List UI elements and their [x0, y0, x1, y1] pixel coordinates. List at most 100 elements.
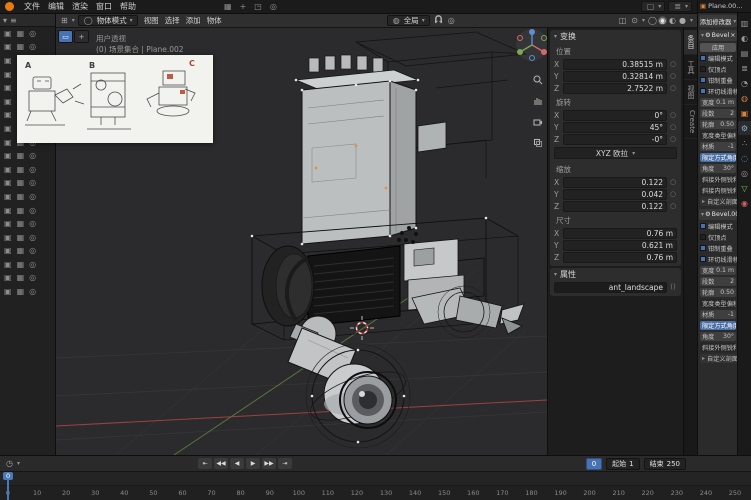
- vent-box[interactable]: [308, 246, 400, 326]
- material-tab[interactable]: ◉: [738, 196, 751, 210]
- sidebar-tab-2[interactable]: 视图: [684, 80, 697, 105]
- particles-tab[interactable]: ∴: [738, 136, 751, 150]
- outliner-row[interactable]: ▣▦◎: [0, 231, 55, 245]
- frame-start-field[interactable]: 起始1: [606, 458, 639, 470]
- outliner-row[interactable]: ▣▦◎: [0, 177, 55, 191]
- outliner-row[interactable]: ▣▦◎: [0, 204, 55, 218]
- lock-icon[interactable]: ○: [669, 84, 677, 92]
- value-field[interactable]: 0.76 m: [563, 228, 677, 239]
- lock-icon[interactable]: ○: [669, 190, 677, 198]
- slider-field[interactable]: 角度30°: [700, 332, 736, 341]
- rotation-mode-dropdown[interactable]: XYZ 欧拉▾: [554, 147, 677, 159]
- topbar-menu-0[interactable]: 文件: [20, 1, 44, 12]
- sidebar-tab-1[interactable]: 工具: [684, 55, 697, 80]
- topbar-menu-3[interactable]: 窗口: [92, 1, 116, 12]
- outliner-row[interactable]: ▣▦◎: [0, 27, 55, 41]
- left-cylinder[interactable]: [262, 246, 314, 326]
- orientation-selector[interactable]: ◍ 全局 ▾: [387, 15, 430, 26]
- slider-field[interactable]: 段数2: [700, 109, 736, 118]
- frame-end-field[interactable]: 结束250: [644, 458, 686, 470]
- transport-button-5[interactable]: ⇥: [278, 458, 292, 469]
- constraints-tab[interactable]: ◎: [738, 166, 751, 180]
- topbar-menu-1[interactable]: 编辑: [44, 1, 68, 12]
- sidebar-tab-3[interactable]: Create: [684, 105, 697, 139]
- outliner-row[interactable]: ▣▦◎: [0, 190, 55, 204]
- checkbox[interactable]: [700, 66, 706, 72]
- object-data-tab[interactable]: ▽: [738, 181, 751, 195]
- outliner-row[interactable]: ▣▦◎: [0, 285, 55, 299]
- output-tab[interactable]: ▤: [738, 46, 751, 60]
- cursor-tool-button[interactable]: +: [74, 30, 89, 43]
- outliner-row[interactable]: ▣▦◎: [0, 163, 55, 177]
- viewport-menu-1[interactable]: 选择: [162, 15, 183, 26]
- outliner-row[interactable]: ▣▦◎: [0, 149, 55, 163]
- transport-button-4[interactable]: ▶▶: [262, 458, 276, 469]
- checkbox[interactable]: [700, 234, 706, 240]
- viewport-menu-0[interactable]: 视图: [141, 15, 162, 26]
- scene-tab[interactable]: ◔: [738, 76, 751, 90]
- lock-icon[interactable]: ○: [669, 60, 677, 68]
- lock-icon[interactable]: ○: [669, 135, 677, 143]
- slider-field[interactable]: 宽度0.1 m: [700, 98, 736, 107]
- lock-icon[interactable]: ○: [669, 178, 677, 186]
- value-field[interactable]: 45°: [563, 122, 667, 133]
- proportional-editing-icon[interactable]: ◎: [447, 16, 456, 25]
- value-field[interactable]: 0.76 m: [563, 252, 677, 263]
- dropdown-field[interactable]: 宽度类型偏移量: [700, 299, 736, 308]
- slider-field[interactable]: 宽度0.1 m: [700, 266, 736, 275]
- topbar-menu-4[interactable]: 帮助: [116, 1, 140, 12]
- dropdown-field[interactable]: 斜接外侧锐利: [700, 175, 736, 184]
- value-field[interactable]: 0.122: [563, 201, 667, 212]
- dropdown-field-active[interactable]: 限定方式角度: [700, 321, 736, 330]
- close-icon[interactable]: ×: [730, 32, 735, 39]
- lock-icon[interactable]: ○: [669, 123, 677, 131]
- transport-button-3[interactable]: ▶: [246, 458, 260, 469]
- transport-button-2[interactable]: ◀: [230, 458, 244, 469]
- tool-tab[interactable]: ▥: [738, 16, 751, 30]
- camera-view-icon[interactable]: [530, 114, 545, 129]
- rendered-shading-icon[interactable]: ●: [678, 16, 687, 25]
- outliner-row[interactable]: ▣▦◎: [0, 245, 55, 259]
- cursor-tool-icon[interactable]: +: [238, 2, 249, 11]
- overlays-icon[interactable]: ⊙: [630, 16, 639, 25]
- value-field[interactable]: 0.32814 m: [563, 71, 667, 82]
- ortho-toggle-icon[interactable]: [530, 135, 545, 150]
- checkbox[interactable]: [700, 223, 706, 229]
- checkbox[interactable]: [700, 77, 706, 83]
- custom-properties-header[interactable]: ▾ 属性: [550, 268, 681, 281]
- viewport-menu-3[interactable]: 物体: [204, 15, 225, 26]
- physics-tab[interactable]: ◌: [738, 151, 751, 165]
- reference-image[interactable]: A B C: [17, 55, 213, 143]
- outliner-editor-icon[interactable]: ▾: [3, 16, 7, 25]
- dropdown-field[interactable]: 斜接外侧锐利: [700, 343, 736, 352]
- scene-selector[interactable]: ▢▾: [641, 1, 666, 12]
- slider-field[interactable]: 材质-1: [700, 142, 736, 151]
- slider-field[interactable]: 轮廓0.50: [700, 120, 736, 129]
- breadcrumb-object-name[interactable]: Plane.00...: [708, 2, 742, 10]
- render-tab[interactable]: ◐: [738, 31, 751, 45]
- slider-field[interactable]: 轮廓0.50: [700, 288, 736, 297]
- slider-field[interactable]: 材质-1: [700, 310, 736, 319]
- transport-button-1[interactable]: ◀◀: [214, 458, 228, 469]
- dropdown-field[interactable]: 宽度类型偏移量: [700, 131, 736, 140]
- transform-panel-header[interactable]: ▾ 变换: [550, 30, 681, 43]
- zoom-icon[interactable]: [530, 72, 545, 87]
- custom-prop-name-field[interactable]: ant_landscape: [554, 282, 667, 293]
- slider-field[interactable]: 段数2: [700, 277, 736, 286]
- workspace-icon[interactable]: ▦: [222, 2, 234, 11]
- filter-icon[interactable]: ≡: [10, 16, 17, 25]
- subpanel-header[interactable]: ▸自定义剖面: [700, 197, 737, 206]
- lock-icon[interactable]: ○: [669, 202, 677, 210]
- timeline-editor-icon[interactable]: ◷: [5, 459, 14, 468]
- value-field[interactable]: 0.621 m: [563, 240, 677, 251]
- modifier-header[interactable]: ▾⚙Bevel.001×: [699, 209, 737, 220]
- current-frame-field[interactable]: 0: [586, 458, 602, 470]
- slider-field[interactable]: 角度30°: [700, 164, 736, 173]
- wireframe-shading-icon[interactable]: ◯: [648, 16, 657, 25]
- value-field[interactable]: 2.7522 m: [563, 83, 667, 94]
- outliner-row[interactable]: ▣▦◎: [0, 258, 55, 272]
- pivot-point-icon[interactable]: ◎: [268, 2, 279, 11]
- sidebar-tab-0[interactable]: 条目: [684, 30, 697, 55]
- value-field[interactable]: 0°: [563, 110, 667, 121]
- apply-button[interactable]: 应用: [700, 43, 736, 52]
